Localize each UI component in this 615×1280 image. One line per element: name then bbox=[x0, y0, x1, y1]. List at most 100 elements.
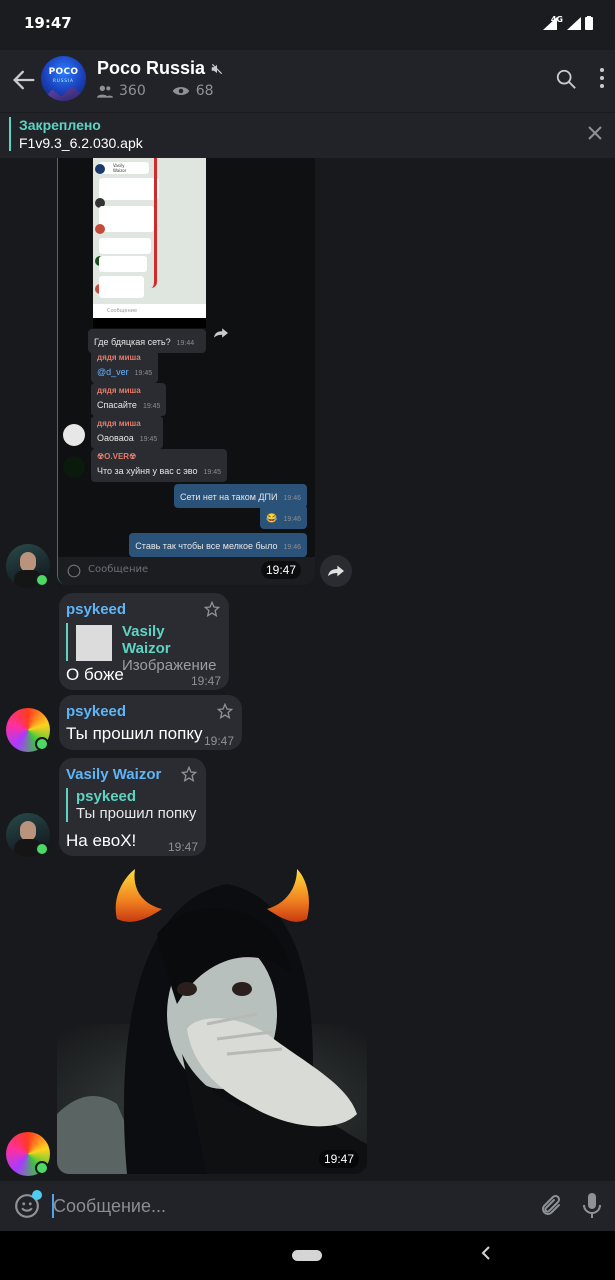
mini-outgoing-text: Сети нет на таком ДПИ bbox=[180, 492, 278, 502]
mini-input: Сообщение bbox=[93, 304, 206, 318]
attach-icon[interactable] bbox=[539, 1193, 563, 1219]
mini-message-name: дядя миша bbox=[97, 386, 141, 395]
muted-icon bbox=[211, 64, 223, 75]
message-input[interactable]: Сообщение... bbox=[53, 1196, 166, 1217]
mini-composer-placeholder: Сообщение bbox=[88, 564, 149, 575]
reply-quote[interactable]: Vasily Waizor Изображение bbox=[66, 623, 217, 674]
mini-row bbox=[99, 206, 154, 232]
pinned-message[interactable]: Закреплено F1v9.3_6.2.030.apk bbox=[0, 112, 615, 158]
mini-row-text: Vasily Waizor bbox=[113, 163, 127, 173]
reply-name: psykeed bbox=[76, 788, 137, 805]
mini-navbar bbox=[93, 318, 206, 328]
star-icon[interactable] bbox=[204, 601, 220, 617]
star-icon[interactable] bbox=[217, 703, 233, 719]
chat-avatar[interactable]: POCO RUSSIA bbox=[41, 56, 86, 101]
status-time: 19:47 bbox=[24, 14, 72, 32]
members-count: 360 bbox=[119, 83, 146, 99]
message-bubble[interactable]: psykeed Vasily Waizor Изображение О боже… bbox=[59, 593, 229, 690]
more-vertical-icon[interactable] bbox=[599, 67, 605, 89]
online-indicator bbox=[35, 842, 49, 856]
message-bubble[interactable]: psykeed Ты прошил попку 19:47 bbox=[59, 695, 242, 750]
message-time: 19:47 bbox=[190, 674, 221, 688]
mini-outgoing-text: 😂 bbox=[266, 513, 278, 523]
caption-text: Где бдяцкая сеть? bbox=[94, 337, 171, 347]
video-sticker[interactable]: 19:47 bbox=[57, 864, 367, 1174]
mini-message-name: ☢O.VER☢ bbox=[97, 452, 137, 461]
message-composer: Сообщение... bbox=[0, 1181, 615, 1231]
back-arrow-icon[interactable] bbox=[10, 66, 38, 94]
mini-message-text: Что за хуйня у вас с эво bbox=[97, 466, 198, 476]
sender-name[interactable]: psykeed bbox=[66, 703, 126, 720]
online-indicator bbox=[35, 1161, 49, 1175]
star-icon[interactable] bbox=[181, 766, 197, 782]
online-indicator bbox=[35, 737, 49, 751]
message-text: На евоХ! bbox=[66, 831, 137, 850]
pinned-bar bbox=[9, 117, 11, 151]
mini-outgoing-time: 19:46 bbox=[283, 495, 301, 502]
mini-message-time: 19:45 bbox=[203, 469, 222, 476]
mini-message-time: 19:45 bbox=[142, 403, 161, 410]
mini-outgoing-text: Ставь так чтобы все мелкое было bbox=[135, 541, 278, 551]
mini-emoji-icon bbox=[67, 564, 81, 578]
message-text: Ты прошил попку bbox=[66, 724, 203, 743]
sender-name[interactable]: psykeed bbox=[66, 601, 126, 618]
network-label: 4G bbox=[550, 14, 563, 24]
mini-row bbox=[99, 276, 144, 298]
caption-time: 19:44 bbox=[176, 340, 195, 347]
screenshot-phone: Vasily Waizor Сообщение bbox=[93, 158, 206, 328]
mini-message-time: 19:45 bbox=[139, 436, 158, 443]
mini-message-name: дядя миша bbox=[97, 419, 141, 428]
home-pill[interactable] bbox=[292, 1250, 322, 1261]
mini-row bbox=[99, 178, 159, 200]
mini-outgoing: 😂 19:46 bbox=[260, 505, 307, 529]
mini-message-name: дядя миша bbox=[97, 353, 141, 362]
reply-text: Изображение bbox=[122, 657, 217, 674]
avatar-mountains bbox=[41, 86, 86, 101]
mini-outgoing-time: 19:46 bbox=[283, 544, 301, 551]
reply-quote[interactable]: psykeed Ты прошил попку bbox=[66, 788, 196, 822]
mini-avatar bbox=[95, 164, 105, 174]
mini-share-icon bbox=[214, 328, 228, 338]
sender-name[interactable]: Vasily Waizor bbox=[66, 766, 161, 783]
chat-title[interactable]: Poco Russia bbox=[97, 58, 224, 79]
sticker-badge bbox=[32, 1190, 42, 1200]
red-drawing bbox=[151, 158, 157, 288]
reply-name: Vasily Waizor bbox=[122, 623, 171, 657]
system-navbar bbox=[0, 1231, 615, 1280]
message-time: 19:47 bbox=[167, 840, 198, 854]
pinned-value: F1v9.3_6.2.030.apk bbox=[19, 135, 143, 151]
mini-message-time: 19:45 bbox=[134, 370, 153, 377]
battery-icon bbox=[585, 16, 593, 30]
signal-2-icon bbox=[567, 16, 581, 30]
screenshot-time: 19:47 bbox=[260, 561, 301, 579]
online-indicator bbox=[35, 573, 49, 587]
share-button[interactable] bbox=[320, 555, 352, 587]
reply-thumbnail bbox=[76, 625, 112, 661]
chat-title-text: Poco Russia bbox=[97, 58, 206, 78]
mini-avatar bbox=[95, 224, 105, 234]
nav-back-icon[interactable] bbox=[480, 1245, 492, 1261]
screenshot-image[interactable]: Vasily Waizor Сообщение Где бдяцкая сеть… bbox=[57, 158, 315, 585]
mini-user-avatar bbox=[63, 424, 85, 446]
video-time: 19:47 bbox=[318, 1150, 359, 1168]
avatar-title: POCO bbox=[48, 67, 79, 77]
microphone-icon[interactable] bbox=[581, 1192, 603, 1220]
close-icon[interactable] bbox=[587, 125, 603, 141]
pinned-label: Закреплено bbox=[19, 117, 101, 133]
mini-outgoing-time: 19:46 bbox=[283, 516, 301, 523]
mini-row bbox=[99, 238, 151, 254]
mini-message: дядя миша Оаоваоа 19:45 bbox=[91, 416, 164, 449]
search-icon[interactable] bbox=[555, 68, 577, 90]
mini-outgoing: Ставь так чтобы все мелкое было 19:46 bbox=[129, 533, 307, 557]
message-bubble[interactable]: Vasily Waizor psykeed Ты прошил попку На… bbox=[59, 758, 206, 856]
mini-row: Vasily Waizor bbox=[99, 162, 149, 174]
mini-message-text: Спасайте bbox=[97, 400, 137, 410]
mini-message: ☢O.VER☢ Что за хуйня у вас с эво 19:45 bbox=[91, 449, 228, 482]
mini-message: дядя миша Спасайте 19:45 bbox=[91, 383, 167, 416]
mini-message: дядя миша @d_ver 19:45 bbox=[91, 350, 159, 383]
reply-text: Ты прошил попку bbox=[76, 805, 197, 822]
chat-header: POCO RUSSIA Poco Russia 360 68 bbox=[0, 50, 615, 112]
video-frame bbox=[57, 864, 367, 1174]
avatar-subtitle: RUSSIA bbox=[53, 78, 74, 83]
mini-message-text: Оаоваоа bbox=[97, 433, 134, 443]
